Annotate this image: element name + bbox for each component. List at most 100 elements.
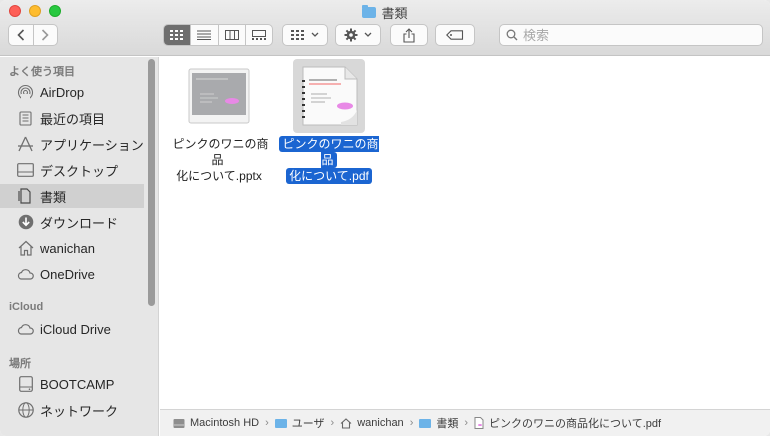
sidebar-item-label: iCloud Drive xyxy=(40,321,111,337)
pdf-thumbnail-icon xyxy=(302,66,358,126)
share-icon xyxy=(403,27,415,43)
path-item-label: Macintosh HD xyxy=(190,417,260,429)
column-view-button[interactable] xyxy=(217,25,245,45)
sidebar: よく使う項目 AirDrop 最近の項目 アプリケーション デスクトップ 書類 … xyxy=(0,57,159,436)
chevron-down-icon xyxy=(364,32,372,37)
finder-window: 書類 検索 よく使う項目 AirDrop 最近の項目 アプリケーション デスクト… xyxy=(0,0,770,436)
sidebar-scrollbar[interactable] xyxy=(148,59,155,306)
path-separator: › xyxy=(409,417,414,429)
path-item-home[interactable]: wanichan xyxy=(340,417,404,429)
path-separator: › xyxy=(265,417,269,429)
sidebar-heading-favorites: よく使う項目 xyxy=(9,66,75,78)
sidebar-item-label: BOOTCAMP xyxy=(40,376,115,392)
downloads-icon xyxy=(17,214,34,231)
cloud-icon xyxy=(17,266,34,283)
pptx-thumbnail-icon xyxy=(188,68,250,124)
path-item-file[interactable]: ピンクのワニの商品化について.pdf xyxy=(474,415,661,431)
sidebar-item-label: OneDrive xyxy=(40,266,95,282)
sidebar-item-airdrop[interactable]: AirDrop xyxy=(0,80,144,104)
sidebar-item-label: 最近の項目 xyxy=(40,111,106,127)
file-item-pptx[interactable]: ピンクのワニの商品 化について.pptx xyxy=(164,59,274,184)
tag-button[interactable] xyxy=(435,24,475,46)
sidebar-heading-icloud: iCloud xyxy=(9,301,44,313)
list-view-button[interactable] xyxy=(190,25,217,45)
tag-icon xyxy=(446,30,464,40)
path-item-label: ピンクのワニの商品化について.pdf xyxy=(489,418,662,430)
gallery-view-button[interactable] xyxy=(244,25,272,45)
group-grid-icon xyxy=(291,30,304,40)
path-separator: › xyxy=(464,417,469,429)
forward-button[interactable] xyxy=(32,25,58,45)
window-title-label: 書類 xyxy=(381,5,408,21)
sidebar-item-documents[interactable]: 書類 xyxy=(0,184,144,208)
desktop-icon xyxy=(17,162,34,179)
sidebar-item-label: デスクトップ xyxy=(40,163,119,179)
sidebar-item-desktop[interactable]: デスクトップ xyxy=(0,158,144,182)
path-separator: › xyxy=(330,417,335,429)
path-item-label: wanichan xyxy=(357,417,404,429)
home-icon xyxy=(340,417,352,429)
sidebar-item-icloud-drive[interactable]: iCloud Drive xyxy=(0,317,144,341)
cloud-icon xyxy=(17,321,34,338)
sidebar-item-label: 書類 xyxy=(40,189,67,205)
columns-icon xyxy=(224,30,239,40)
file-browser-content: ピンクのワニの商品 化について.pptx ピンクのワニの商品 化について.pdf xyxy=(160,57,770,409)
sidebar-heading-locations: 場所 xyxy=(9,358,31,370)
gear-icon xyxy=(344,28,358,42)
sidebar-item-label: ネットワーク xyxy=(40,403,119,419)
sidebar-item-downloads[interactable]: ダウンロード xyxy=(0,210,144,234)
icon-grid-icon xyxy=(170,30,184,40)
chevron-left-icon xyxy=(17,29,24,41)
window-title: 書類 xyxy=(0,3,770,21)
file-thumbnail xyxy=(293,59,365,133)
file-name-line: 化について.pdf xyxy=(286,168,372,184)
pdf-file-icon xyxy=(474,417,484,429)
sidebar-item-recents[interactable]: 最近の項目 xyxy=(0,106,144,130)
sidebar-item-network[interactable]: ネットワーク xyxy=(0,398,144,422)
view-mode-segmented-control xyxy=(163,24,273,46)
applications-icon xyxy=(17,136,34,153)
sidebar-item-label: アプリケーション xyxy=(40,137,144,153)
hard-drive-icon xyxy=(173,418,185,428)
search-input[interactable] xyxy=(523,27,743,43)
file-name-line: ピンクのワニの商品 xyxy=(172,137,269,167)
list-icon xyxy=(197,30,212,40)
path-item-users[interactable]: ユーザ xyxy=(274,415,325,431)
path-bar: Macintosh HD › ユーザ › wanichan › 書類 › ピンク… xyxy=(160,409,770,436)
chevron-right-icon xyxy=(42,29,49,41)
sidebar-item-applications[interactable]: アプリケーション xyxy=(0,132,144,156)
sidebar-item-label: ダウンロード xyxy=(40,215,119,231)
folder-icon xyxy=(419,418,432,428)
path-item-label: ユーザ xyxy=(291,418,325,430)
sidebar-item-bootcamp[interactable]: BOOTCAMP xyxy=(0,372,144,396)
home-icon xyxy=(17,240,34,257)
file-thumbnail xyxy=(183,59,255,133)
folder-icon xyxy=(362,4,377,18)
back-button[interactable] xyxy=(9,25,33,45)
documents-icon xyxy=(17,188,34,205)
folder-icon xyxy=(274,418,287,428)
file-name: ピンクのワニの商品 化について.pdf xyxy=(274,136,384,184)
gallery-icon xyxy=(251,30,266,40)
chevron-down-icon xyxy=(311,32,319,37)
network-icon xyxy=(17,402,34,419)
file-item-pdf[interactable]: ピンクのワニの商品 化について.pdf xyxy=(274,59,384,184)
recents-icon xyxy=(17,110,34,127)
sidebar-item-home[interactable]: wanichan xyxy=(0,236,144,260)
search-icon xyxy=(506,29,518,41)
toolbar: 書類 xyxy=(0,0,770,56)
icon-view-button[interactable] xyxy=(164,25,191,45)
search-field[interactable] xyxy=(499,24,763,46)
airdrop-icon xyxy=(17,84,34,101)
sidebar-item-onedrive[interactable]: OneDrive xyxy=(0,262,144,286)
file-name: ピンクのワニの商品 化について.pptx xyxy=(164,136,274,184)
disk-icon xyxy=(17,376,34,393)
path-item-documents[interactable]: 書類 xyxy=(419,415,458,431)
file-name-line: 化について.pptx xyxy=(176,169,262,183)
group-by-button[interactable] xyxy=(282,24,328,46)
action-button[interactable] xyxy=(335,24,381,46)
sidebar-item-label: wanichan xyxy=(40,240,95,256)
share-button[interactable] xyxy=(390,24,428,46)
path-item-macintosh-hd[interactable]: Macintosh HD xyxy=(173,417,259,429)
file-name-line: ピンクのワニの商品 xyxy=(279,136,379,168)
